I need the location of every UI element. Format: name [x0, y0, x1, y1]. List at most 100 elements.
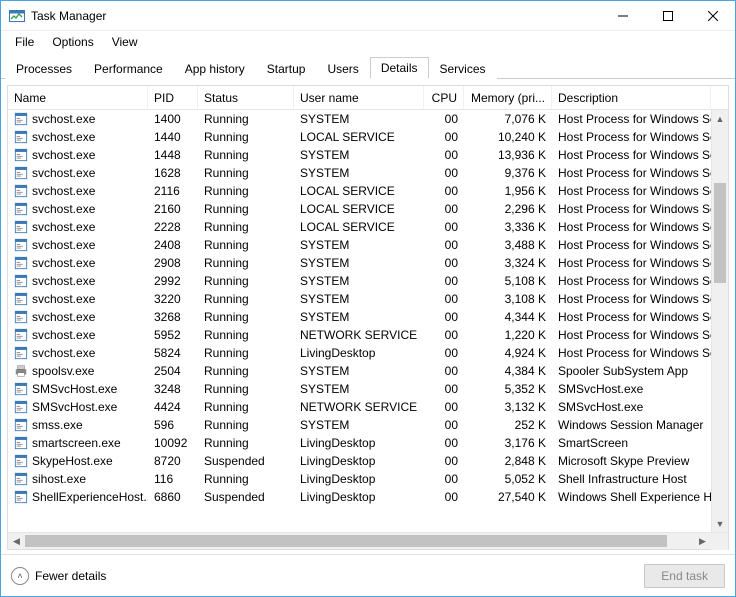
menu-view[interactable]: View [104, 33, 146, 51]
table-row[interactable]: smartscreen.exe10092RunningLivingDesktop… [8, 434, 711, 452]
table-row[interactable]: SMSvcHost.exe4424RunningNETWORK SERVICE0… [8, 398, 711, 416]
process-icon [14, 292, 28, 306]
table-row[interactable]: svchost.exe3268RunningSYSTEM004,344 KHos… [8, 308, 711, 326]
table-row[interactable]: svchost.exe1400RunningSYSTEM007,076 KHos… [8, 110, 711, 128]
cell-description: SmartScreen [552, 436, 711, 450]
col-memory[interactable]: Memory (pri... [464, 86, 552, 109]
cell-description: Windows Session Manager [552, 418, 711, 432]
scroll-up-arrow-icon[interactable]: ▲ [712, 110, 728, 127]
table-row[interactable]: ShellExperienceHost....6860SuspendedLivi… [8, 488, 711, 506]
fewer-details-button[interactable]: ˄ Fewer details [11, 567, 106, 585]
menu-options[interactable]: Options [44, 33, 101, 51]
cell-cpu: 00 [424, 328, 464, 342]
cell-description: Host Process for Windows Serv [552, 148, 711, 162]
close-button[interactable] [690, 1, 735, 31]
cell-memory: 2,848 K [464, 454, 552, 468]
end-task-button[interactable]: End task [644, 564, 725, 588]
process-icon [14, 418, 28, 432]
col-cpu[interactable]: CPU [424, 86, 464, 109]
cell-name: svchost.exe [8, 328, 148, 342]
process-icon [14, 400, 28, 414]
tab-startup[interactable]: Startup [256, 58, 317, 79]
process-icon [14, 112, 28, 126]
tab-services[interactable]: Services [429, 58, 497, 79]
cell-pid: 5952 [148, 328, 198, 342]
cell-name: smartscreen.exe [8, 436, 148, 450]
cell-status: Running [198, 382, 294, 396]
process-name: svchost.exe [32, 310, 95, 324]
cell-user: LivingDesktop [294, 454, 424, 468]
cell-memory: 3,336 K [464, 220, 552, 234]
table-row[interactable]: svchost.exe3220RunningSYSTEM003,108 KHos… [8, 290, 711, 308]
tab-performance[interactable]: Performance [83, 58, 174, 79]
col-description[interactable]: Description [552, 86, 711, 109]
scroll-left-arrow-icon[interactable]: ◀ [8, 536, 25, 547]
table-row[interactable]: smss.exe596RunningSYSTEM00252 KWindows S… [8, 416, 711, 434]
cell-memory: 4,924 K [464, 346, 552, 360]
table-body[interactable]: svchost.exe1400RunningSYSTEM007,076 KHos… [8, 110, 728, 532]
table-row[interactable]: spoolsv.exe2504RunningSYSTEM004,384 KSpo… [8, 362, 711, 380]
cell-description: Host Process for Windows Serv [552, 202, 711, 216]
cell-status: Running [198, 418, 294, 432]
menu-file[interactable]: File [7, 33, 42, 51]
process-name: spoolsv.exe [32, 364, 94, 378]
col-name[interactable]: Name [8, 86, 148, 109]
cell-description: Microsoft Skype Preview [552, 454, 711, 468]
tab-processes[interactable]: Processes [5, 58, 83, 79]
maximize-button[interactable] [645, 1, 690, 31]
cell-user: LivingDesktop [294, 436, 424, 450]
col-status[interactable]: Status [198, 86, 294, 109]
tab-details[interactable]: Details [370, 57, 429, 79]
process-name: svchost.exe [32, 112, 95, 126]
cell-memory: 3,176 K [464, 436, 552, 450]
hscroll-track[interactable] [25, 533, 694, 549]
hscroll-thumb[interactable] [25, 535, 667, 547]
cell-name: svchost.exe [8, 202, 148, 216]
process-name: svchost.exe [32, 184, 95, 198]
table-row[interactable]: svchost.exe5952RunningNETWORK SERVICE001… [8, 326, 711, 344]
scroll-down-arrow-icon[interactable]: ▼ [712, 515, 728, 532]
process-icon [14, 184, 28, 198]
table-row[interactable]: svchost.exe2992RunningSYSTEM005,108 KHos… [8, 272, 711, 290]
table-row[interactable]: SkypeHost.exe8720SuspendedLivingDesktop0… [8, 452, 711, 470]
vscroll-track[interactable] [712, 127, 728, 515]
cell-status: Suspended [198, 454, 294, 468]
process-name: svchost.exe [32, 256, 95, 270]
cell-cpu: 00 [424, 292, 464, 306]
col-pid[interactable]: PID [148, 86, 198, 109]
process-icon [14, 346, 28, 360]
table-row[interactable]: svchost.exe2160RunningLOCAL SERVICE002,2… [8, 200, 711, 218]
table-row[interactable]: svchost.exe2228RunningLOCAL SERVICE003,3… [8, 218, 711, 236]
cell-name: svchost.exe [8, 166, 148, 180]
minimize-button[interactable] [600, 1, 645, 31]
table-row[interactable]: svchost.exe2908RunningSYSTEM003,324 KHos… [8, 254, 711, 272]
cell-cpu: 00 [424, 454, 464, 468]
chevron-up-icon: ˄ [11, 567, 29, 585]
cell-status: Running [198, 112, 294, 126]
cell-name: svchost.exe [8, 310, 148, 324]
vscroll-thumb[interactable] [714, 183, 726, 283]
process-icon [14, 256, 28, 270]
tab-users[interactable]: Users [316, 58, 369, 79]
table-row[interactable]: svchost.exe5824RunningLivingDesktop004,9… [8, 344, 711, 362]
table-row[interactable]: svchost.exe1448RunningSYSTEM0013,936 KHo… [8, 146, 711, 164]
horizontal-scrollbar[interactable]: ◀ ▶ [8, 532, 728, 549]
process-icon [14, 238, 28, 252]
table-row[interactable]: svchost.exe1628RunningSYSTEM009,376 KHos… [8, 164, 711, 182]
cell-user: LOCAL SERVICE [294, 220, 424, 234]
fewer-details-label: Fewer details [35, 569, 106, 583]
scroll-right-arrow-icon[interactable]: ▶ [694, 536, 711, 547]
tab-app-history[interactable]: App history [174, 58, 256, 79]
process-name: svchost.exe [32, 166, 95, 180]
process-icon [14, 274, 28, 288]
table-row[interactable]: SMSvcHost.exe3248RunningSYSTEM005,352 KS… [8, 380, 711, 398]
table-row[interactable]: svchost.exe2116RunningLOCAL SERVICE001,9… [8, 182, 711, 200]
col-user-name[interactable]: User name [294, 86, 424, 109]
cell-user: SYSTEM [294, 112, 424, 126]
cell-user: SYSTEM [294, 274, 424, 288]
vertical-scrollbar[interactable]: ▲ ▼ [711, 110, 728, 532]
table-row[interactable]: sihost.exe116RunningLivingDesktop005,052… [8, 470, 711, 488]
cell-cpu: 00 [424, 202, 464, 216]
table-row[interactable]: svchost.exe2408RunningSYSTEM003,488 KHos… [8, 236, 711, 254]
table-row[interactable]: svchost.exe1440RunningLOCAL SERVICE0010,… [8, 128, 711, 146]
